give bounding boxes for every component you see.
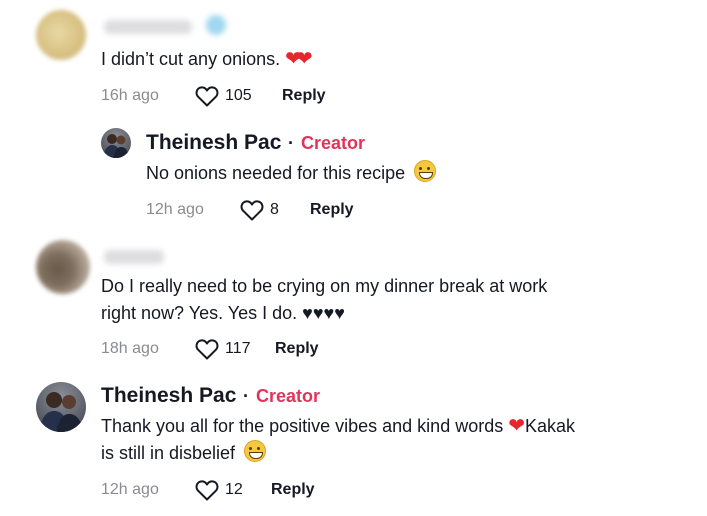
comment-timestamp: 16h ago [101,87,159,104]
comment-timestamp: 12h ago [101,481,159,498]
person-photo-icon [103,134,129,158]
heart-outline-icon[interactable] [195,85,219,107]
heart-outline-icon[interactable] [195,338,219,360]
heart-outline-icon[interactable] [240,199,264,221]
grin-emoji-icon [414,160,437,182]
avatar[interactable] [36,10,86,60]
creator-username[interactable]: Theinesh Pac [101,384,236,408]
creator-avatar[interactable] [101,128,131,158]
heart-emoji-icon: ❤ [508,415,525,437]
reply-button[interactable]: Reply [282,87,326,105]
comment-text-body: Thank you all for the positive vibes and… [101,416,509,436]
comment-text-line-2: right now? Yes. Yes I do. ♥♥♥♥ [101,303,345,323]
like-count: 12 [225,481,243,498]
like-count: 105 [225,87,252,104]
comment-text: I didn’t cut any onions. ❤❤ [101,46,313,73]
comment-text-body: is still in disbelief [101,443,236,463]
comment-text-line-1: Thank you all for the positive vibes and… [101,413,575,440]
heart-outline-icon[interactable] [195,479,219,501]
comment-text-body: I didn’t cut any onions. [101,49,281,69]
separator-dot: · [288,133,294,153]
comment-text: No onions needed for this recipe [146,160,437,187]
reply-button[interactable]: Reply [310,201,354,219]
creator-badge: Creator [301,133,366,153]
grin-emoji-icon [244,440,267,462]
blurred-username[interactable] [104,250,164,264]
separator-dot: · [243,386,249,406]
like-count: 117 [225,340,251,357]
person-photo-icon [39,392,83,432]
comment-text-body: Kakak [524,416,576,436]
reply-button[interactable]: Reply [271,481,315,499]
creator-badge: Creator [256,386,321,406]
verified-badge-icon [206,15,226,35]
heart-emoji-icon: ❤❤ [285,48,312,70]
like-count: 8 [270,201,279,218]
creator-avatar[interactable] [36,382,86,432]
reply-button[interactable]: Reply [275,340,319,358]
avatar[interactable] [36,240,90,294]
blurred-username[interactable] [104,20,192,34]
creator-username[interactable]: Theinesh Pac [146,131,281,155]
comment-timestamp: 18h ago [101,340,159,357]
comment-text-line-1: Do I really need to be crying on my dinn… [101,276,548,296]
comment-text-body: No onions needed for this recipe [146,163,406,183]
comment-text-line-2: is still in disbelief [101,440,267,467]
comment-timestamp: 12h ago [146,201,204,218]
